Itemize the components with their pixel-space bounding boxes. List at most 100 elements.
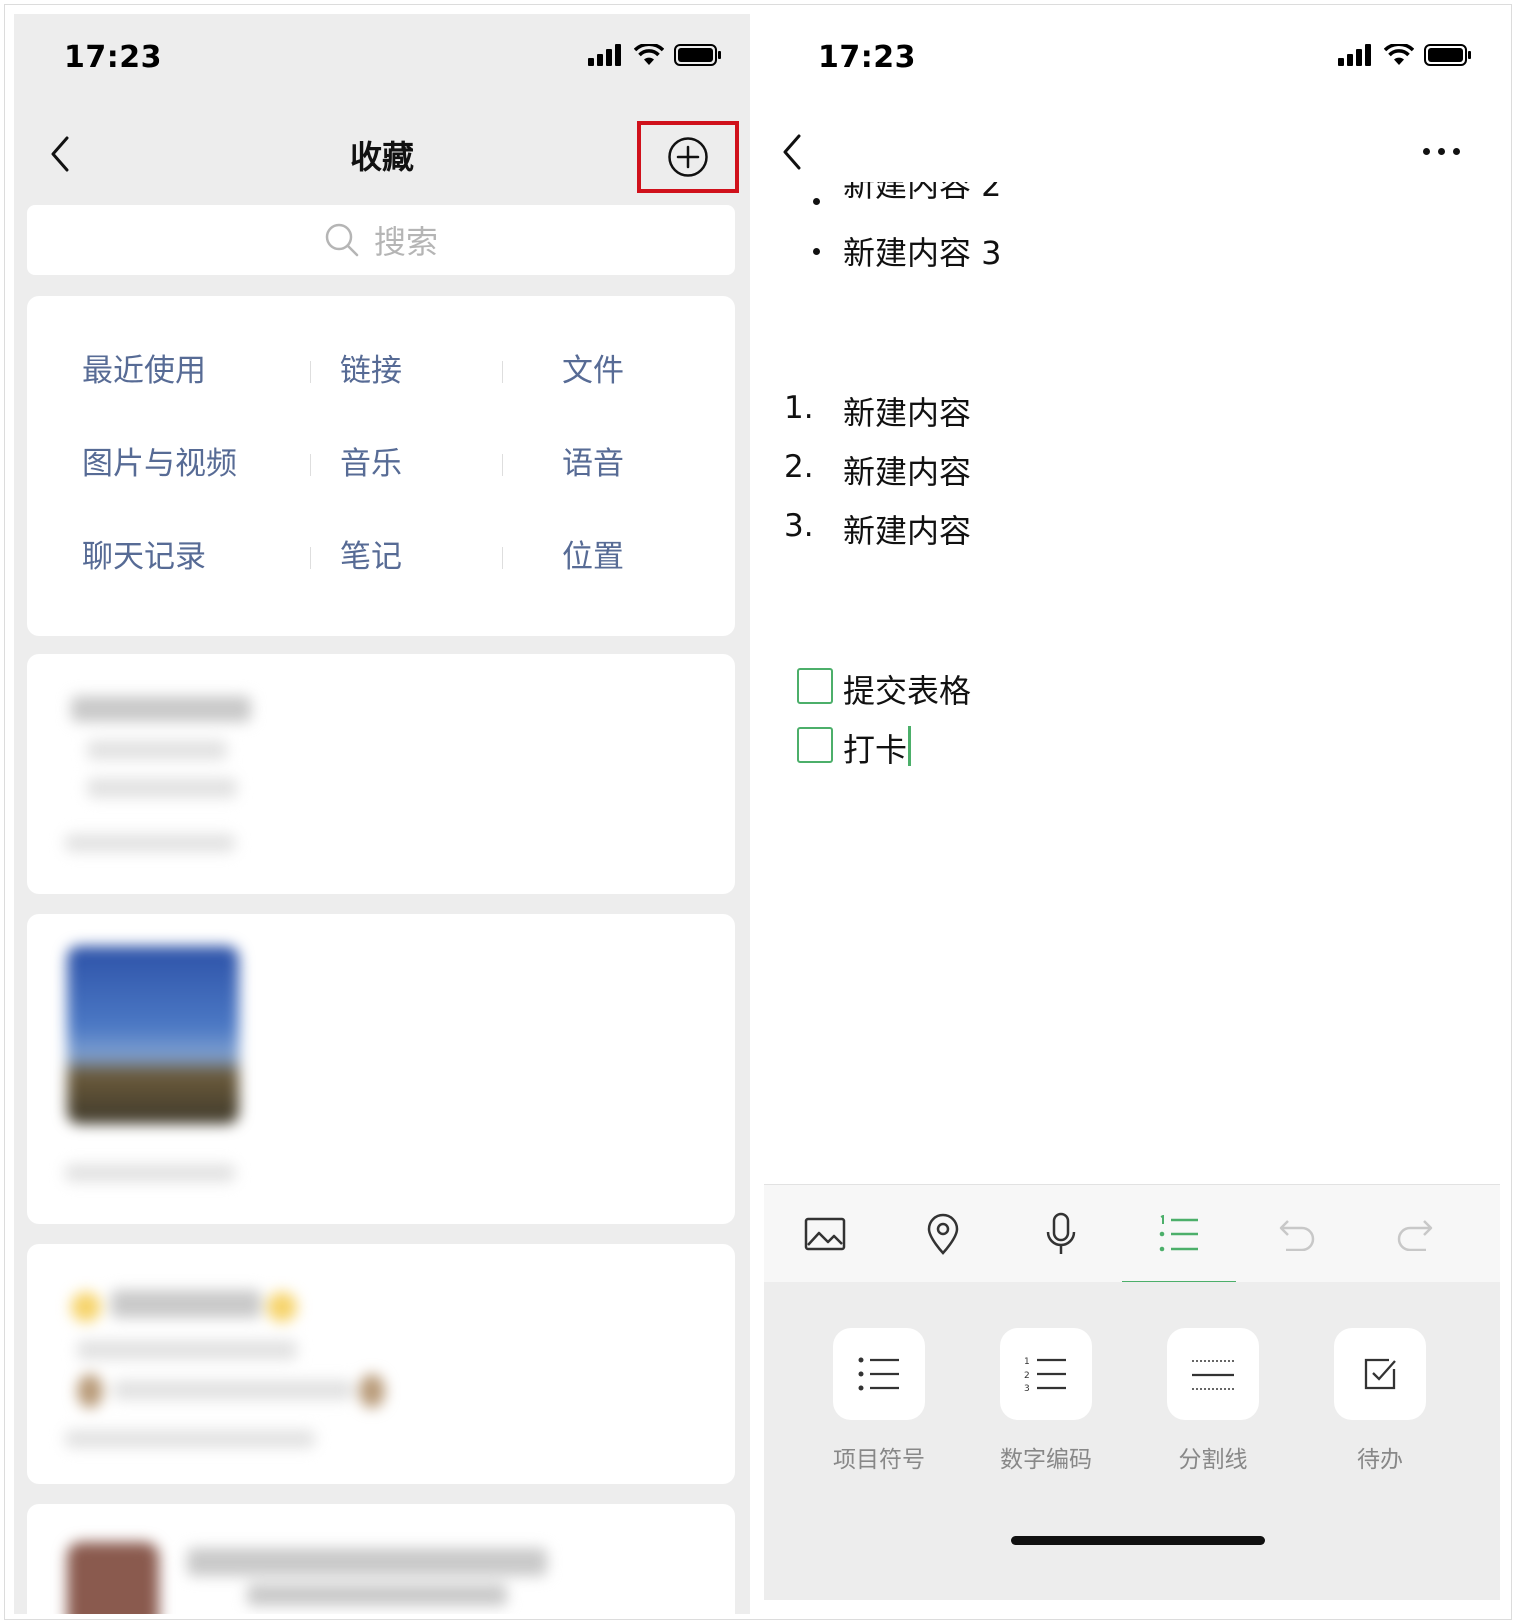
todo-item[interactable]: 打卡 [843, 725, 907, 771]
option-label: 项目符号 [833, 1447, 925, 1473]
favorite-item[interactable] [27, 1244, 735, 1484]
undo-icon [1279, 1220, 1315, 1251]
bullet-item[interactable]: 新建内容 3 [843, 228, 1002, 274]
image-icon [804, 1217, 846, 1251]
numbered-list-option[interactable]: 1 2 3 数字编码 [1000, 1328, 1092, 1474]
status-icons [1338, 44, 1472, 66]
category-recent[interactable]: 最近使用 [82, 341, 206, 401]
option-label: 待办 [1357, 1447, 1403, 1473]
favorite-item[interactable] [27, 1504, 735, 1614]
favorite-item[interactable] [27, 914, 735, 1224]
todo-checkbox[interactable] [797, 727, 833, 763]
category-row: 图片与视频 音乐 语音 [27, 434, 735, 494]
list-number: 2. [784, 449, 814, 485]
category-voice[interactable]: 语音 [562, 434, 624, 494]
location-icon [927, 1213, 959, 1255]
status-bar: 17:23 [750, 14, 1502, 104]
search-placeholder: 搜索 [373, 223, 438, 261]
dot [1422, 147, 1430, 155]
search-input[interactable]: 搜索 [27, 205, 735, 275]
numbered-item[interactable]: 新建内容 [843, 388, 971, 434]
todo-checkbox[interactable] [797, 668, 833, 704]
category-row: 最近使用 链接 文件 [27, 341, 735, 401]
favorites-screen: 17:23 收藏 搜索 最近使用 链接 文件 图片与视频 音乐 语音 聊天记录 … [14, 14, 750, 1614]
battery-icon [674, 44, 721, 66]
dot [1437, 147, 1445, 155]
list-number: 3. [784, 508, 814, 544]
divider [502, 361, 503, 383]
nav-bar: 收藏 [14, 104, 750, 204]
list-format-button[interactable] [1122, 1185, 1236, 1284]
format-panel: 项目符号 1 2 3 数字编码 分割线 待办 [764, 1282, 1500, 1600]
battery-icon [1424, 44, 1471, 66]
option-label: 数字编码 [1000, 1447, 1092, 1473]
bullet-list-option[interactable]: 项目符号 [833, 1328, 925, 1474]
list-number: 1. [784, 390, 814, 426]
todo-option[interactable]: 待办 [1334, 1328, 1426, 1474]
numbered-item[interactable]: 新建内容 [843, 447, 971, 493]
category-location[interactable]: 位置 [562, 527, 624, 587]
status-icons [588, 44, 722, 66]
search-icon [325, 223, 359, 257]
numbered-item[interactable]: 新建内容 [843, 506, 971, 552]
blurred-content [27, 914, 735, 1224]
dot [1452, 147, 1460, 155]
todo-tile [1334, 1328, 1426, 1420]
divider [310, 454, 311, 476]
bullet-item[interactable]: 新建内容 2 [843, 182, 1002, 206]
editor-toolbar [764, 1184, 1500, 1284]
add-favorite-button[interactable] [637, 121, 739, 193]
redo-button[interactable] [1358, 1185, 1472, 1283]
bullet-list-tile [833, 1328, 925, 1420]
redo-icon [1397, 1220, 1433, 1251]
svg-text:2: 2 [1024, 1371, 1030, 1381]
favorite-item[interactable] [27, 654, 735, 894]
category-links[interactable]: 链接 [340, 341, 402, 401]
numbered-list-tile: 1 2 3 [1000, 1328, 1092, 1420]
blurred-content [27, 1244, 735, 1484]
todo-item[interactable]: 提交表格 [843, 666, 971, 712]
blurred-content [27, 654, 735, 894]
divider-option[interactable]: 分割线 [1167, 1328, 1259, 1474]
status-bar: 17:23 [14, 14, 750, 104]
status-time: 17:23 [818, 40, 916, 75]
category-row: 聊天记录 笔记 位置 [27, 527, 735, 587]
bullet-list-icon [858, 1357, 899, 1391]
blurred-content [27, 1504, 735, 1614]
divider [310, 547, 311, 569]
signal-icon [588, 44, 621, 66]
divider [310, 361, 311, 383]
option-label: 分割线 [1178, 1447, 1248, 1473]
numbered-list-icon: 1 2 3 [1024, 1357, 1066, 1392]
svg-text:1: 1 [1024, 1357, 1030, 1367]
plus-circle-icon [668, 137, 708, 177]
note-body[interactable]: 新建内容 2 新建内容 3 1. 新建内容 2. 新建内容 3. 新建内容 提交… [750, 182, 1502, 1182]
bullet-marker [813, 198, 820, 205]
microphone-icon [1046, 1212, 1076, 1254]
back-button[interactable] [770, 124, 814, 180]
divider [502, 454, 503, 476]
category-music[interactable]: 音乐 [340, 434, 402, 494]
category-grid: 最近使用 链接 文件 图片与视频 音乐 语音 聊天记录 笔记 位置 [27, 296, 735, 636]
home-indicator [1011, 1536, 1265, 1545]
list-format-icon [1159, 1215, 1198, 1252]
divider [502, 547, 503, 569]
divider-tile [1167, 1328, 1259, 1420]
status-time: 17:23 [64, 40, 162, 75]
wifi-icon [634, 44, 664, 65]
category-files[interactable]: 文件 [562, 341, 624, 401]
bullet-marker [813, 248, 820, 255]
category-notes[interactable]: 笔记 [340, 527, 402, 587]
undo-button[interactable] [1240, 1185, 1354, 1283]
signal-icon [1338, 44, 1371, 66]
checkbox-checked-icon [1364, 1358, 1396, 1390]
divider-line-icon [1192, 1360, 1234, 1390]
text-caret [908, 726, 911, 766]
insert-location-button[interactable] [886, 1185, 1000, 1283]
insert-image-button[interactable] [768, 1185, 882, 1283]
wifi-icon [1384, 44, 1414, 65]
category-chat-history[interactable]: 聊天记录 [82, 527, 206, 587]
category-photos-videos[interactable]: 图片与视频 [82, 434, 237, 494]
more-options-button[interactable] [1416, 136, 1466, 166]
insert-voice-button[interactable] [1004, 1185, 1118, 1283]
